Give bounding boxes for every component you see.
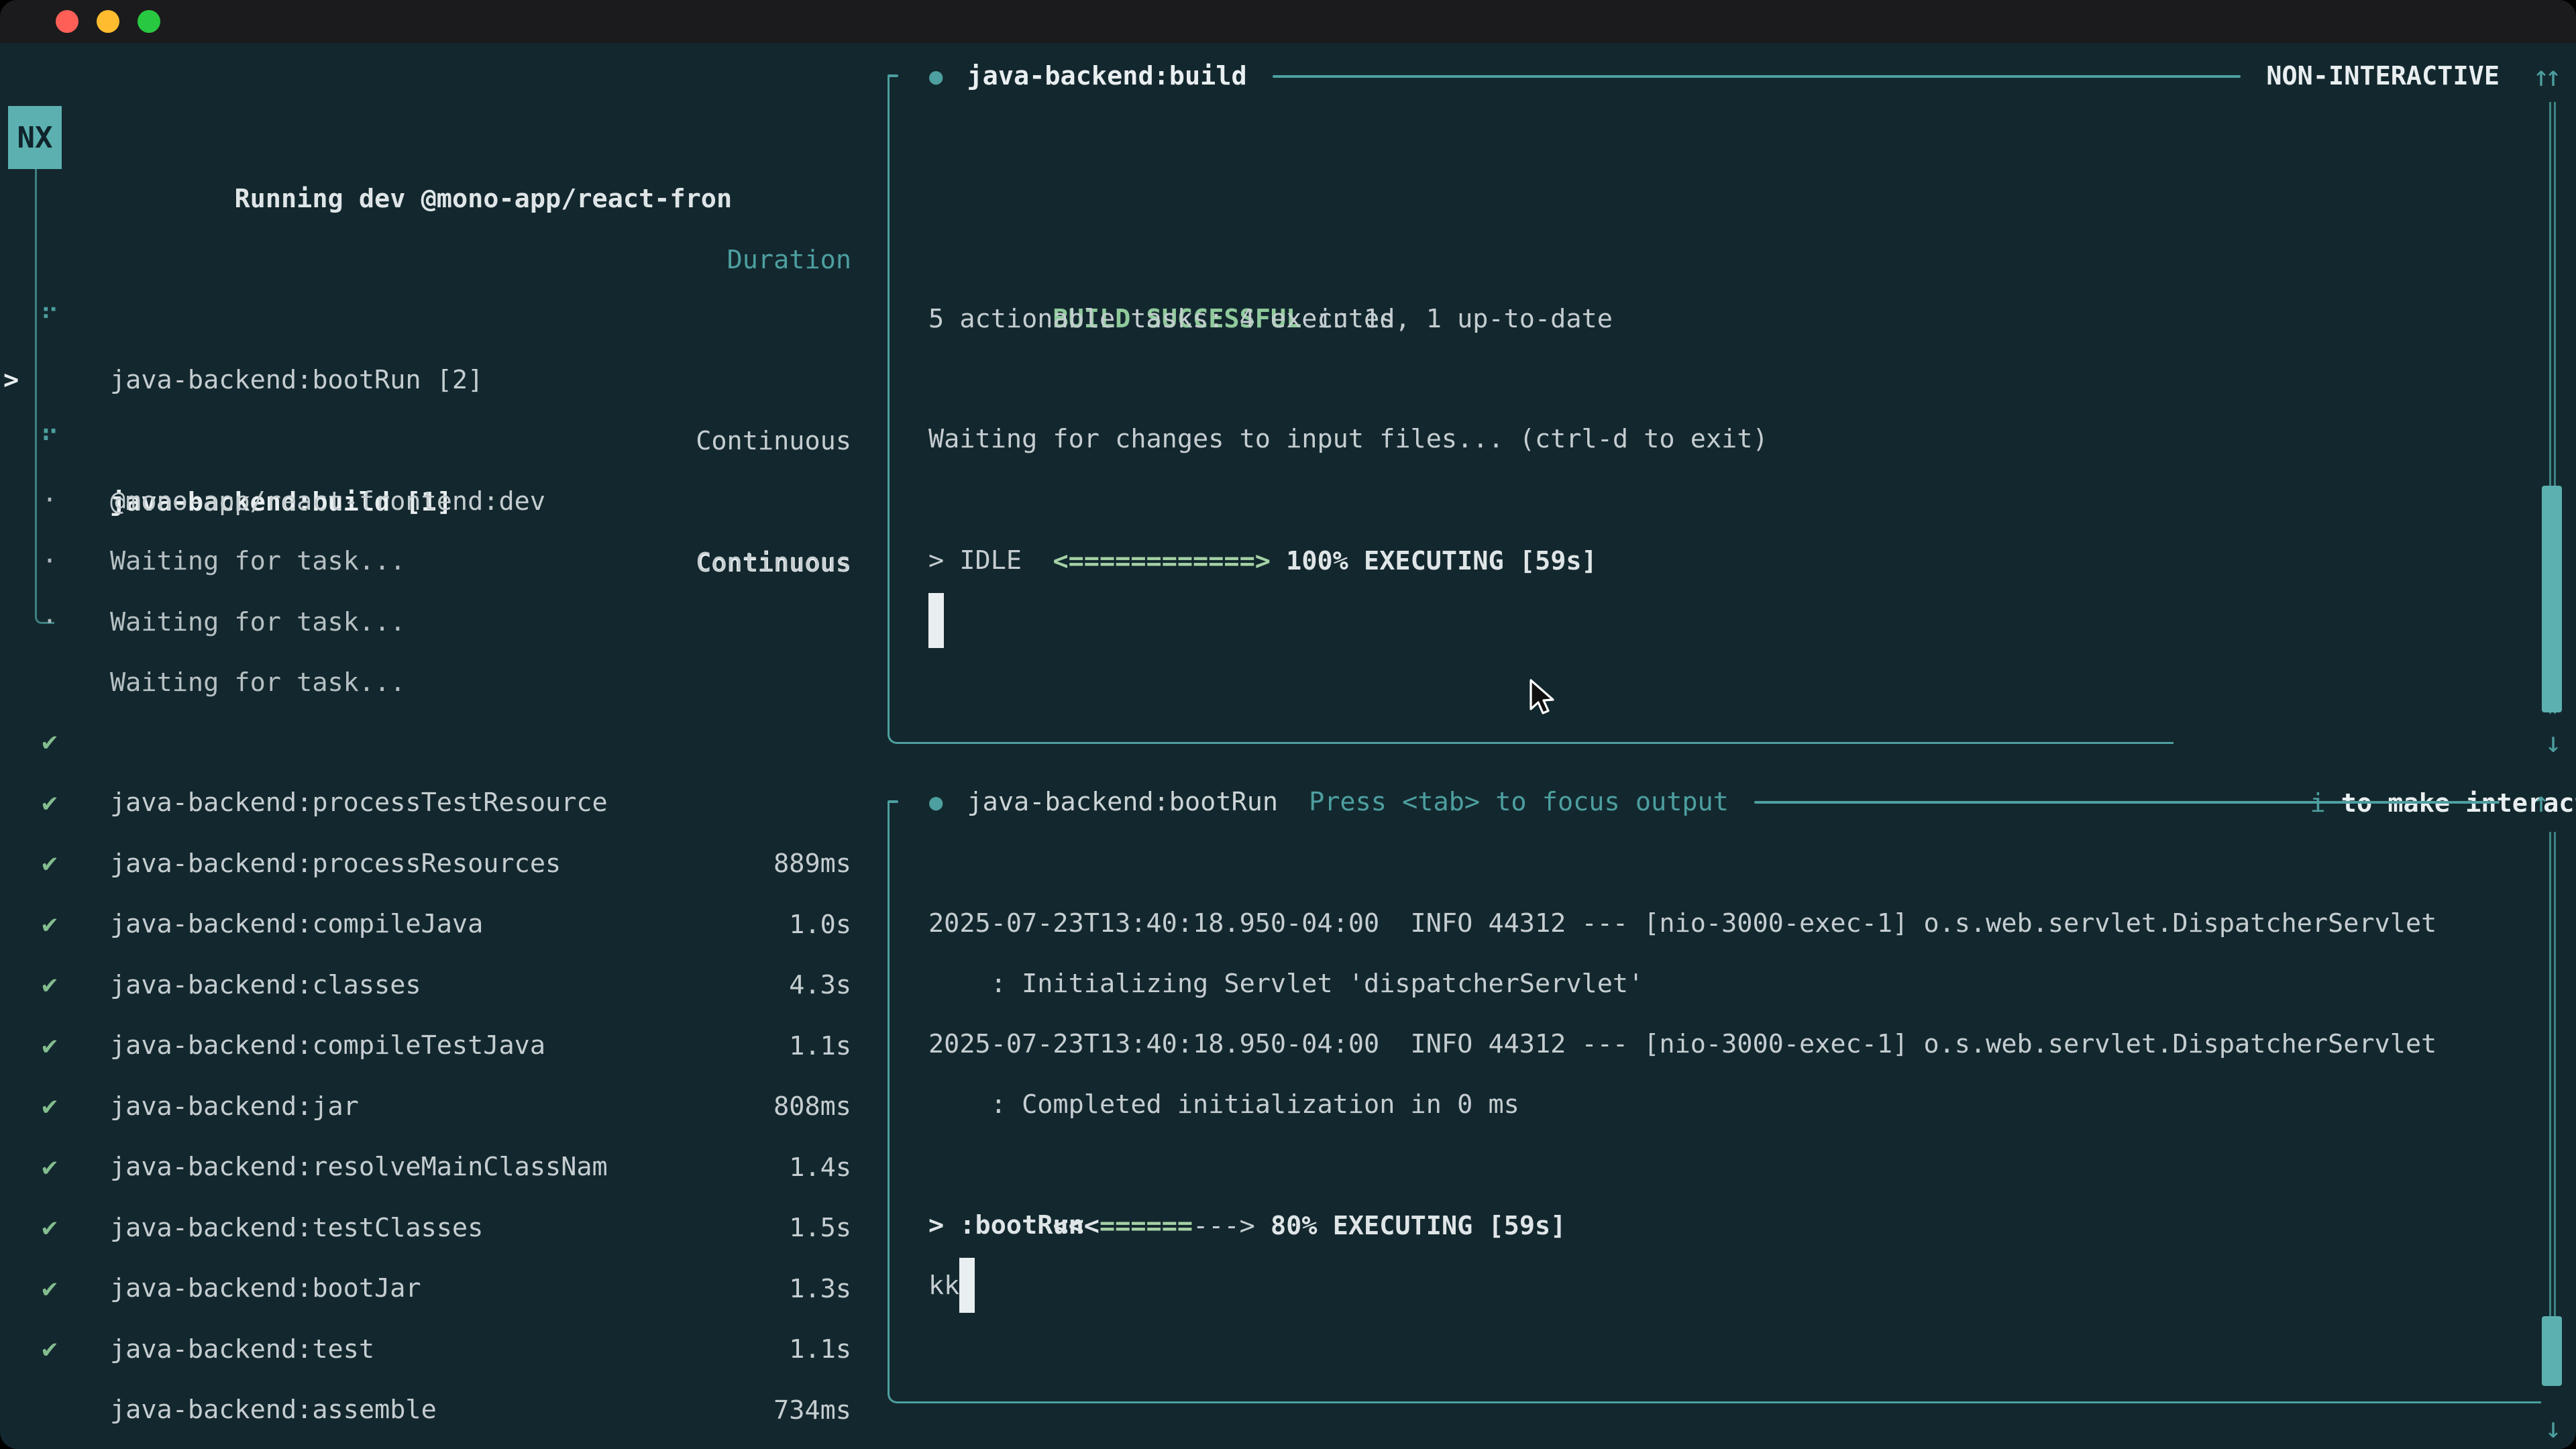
scroll-down-icon[interactable]: ↓ [2537, 1397, 2569, 1449]
terminal-cursor [959, 1258, 975, 1313]
completed-task-row[interactable]: ✔ java-backend:classes 1.1s [0, 833, 851, 894]
task-dot-icon: ● [929, 789, 943, 816]
scroll-up-icon[interactable]: ↑ [2525, 786, 2557, 818]
completed-task-row[interactable]: ✔ java-backend:test 734ms [0, 1197, 851, 1258]
waiting-task-row: · Waiting for task... [0, 470, 851, 531]
sidebar-header: Running dev @mono-app/react-fron Duratio… [110, 107, 851, 168]
completed-task-row[interactable]: ✔ java-backend:jar 1.4s [0, 954, 851, 1015]
minimize-button[interactable] [97, 10, 119, 33]
check-icon: ✔ [34, 1318, 66, 1379]
titlebar [0, 0, 2576, 43]
bootrun-panel-title: java-backend:bootRun [967, 787, 1278, 817]
nx-logo: NX [8, 106, 62, 169]
task-duration: 774ms [773, 1440, 851, 1449]
screen: NX Running dev @mono-app/react-fron Dura… [0, 0, 2576, 1449]
focus-output-hint: Press <tab> to focus output [1309, 787, 1729, 817]
header-rule [1754, 801, 2500, 804]
progress-open: < [1053, 546, 1068, 576]
completed-task-row[interactable]: ✔ java-backend:bootJar 1.1s [0, 1136, 851, 1197]
build-idle-line: > IDLE [928, 530, 1022, 591]
build-panel-title: java-backend:build [967, 61, 1246, 91]
build-panel-header: ● java-backend:build NON-INTERACTIVE ↑ [896, 46, 2557, 107]
bootrun-progress-line: <<<======---> 80% EXECUTING [59s] [928, 1134, 1566, 1195]
interactive-hint: i to make interactive [2178, 712, 2576, 773]
task-row-frontend-dev[interactable]: ⠋ @mono-app/react-frontend:dev Continuou… [0, 349, 851, 410]
scroll-up-icon[interactable]: ↑ [2537, 46, 2569, 107]
mouse-cursor [1529, 679, 1560, 716]
progress-status: 80% EXECUTING [59s] [1255, 1211, 1566, 1241]
close-button[interactable] [56, 10, 78, 33]
completed-task-row[interactable]: ✔ java-backend:processTestResource 889ms [0, 650, 851, 711]
waiting-label: Waiting for task... [110, 592, 405, 653]
bootrun-input-line[interactable]: kk [928, 1255, 959, 1316]
completed-task-row[interactable]: ✔ java-backend:resolveMainClassNam 1.5s [0, 1014, 851, 1075]
bootrun-scrollbar-thumb[interactable] [2542, 1316, 2562, 1386]
waiting-task-row: · Waiting for task... [0, 409, 851, 470]
build-summary-line: 5 actionable tasks: 4 executed, 1 up-to-… [928, 288, 1613, 350]
progress-close: > [1240, 1211, 1255, 1241]
bootrun-prompt-line: > :bootRun [928, 1195, 1084, 1256]
non-interactive-badge: NON-INTERACTIVE [2266, 61, 2500, 91]
build-waiting-line: Waiting for changes to input files... (c… [928, 409, 1768, 470]
task-dot-icon: ● [929, 63, 943, 90]
bootrun-scrollbar-track[interactable] [2549, 832, 2556, 1370]
log-line: 2025-07-23T13:40:18.950-04:00 INFO 44312… [928, 893, 2436, 954]
log-line: 2025-07-23T13:40:18.950-04:00 INFO 44312… [928, 1014, 2436, 1075]
log-line: : Completed initialization in 0 ms [928, 1074, 1519, 1135]
progress-close: > [1255, 546, 1271, 576]
completed-task-row[interactable]: ✔ java-backend:testClasses 1.3s [0, 1075, 851, 1136]
waiting-task-row: · Waiting for task... [0, 530, 851, 591]
header-rule [1273, 75, 2241, 78]
log-line: : Initializing Servlet 'dispatcherServle… [928, 953, 1644, 1014]
bullet-icon: · [34, 591, 66, 652]
progress-fill: ====== [1099, 1211, 1193, 1241]
build-scrollbar-thumb[interactable] [2542, 486, 2562, 712]
sidebar-footer: ← 1/2 → quit: q help: ? [0, 1375, 851, 1436]
scroll-down-icon[interactable]: ↓ [2537, 712, 2569, 773]
task-duration: 1.1s [789, 1319, 851, 1380]
progress-status: 100% EXECUTING [59s] [1271, 546, 1597, 576]
task-row-bootrun[interactable]: ⠋ java-backend:bootRun [2] Continuous [0, 227, 851, 288]
completed-task-row[interactable]: ✔ java-backend:compileTestJava 808ms [0, 893, 851, 954]
terminal-window: NX Running dev @mono-app/react-fron Dura… [0, 0, 2576, 1449]
progress-dashes: --- [1193, 1211, 1240, 1241]
completed-task-row[interactable]: ✔ java-backend:compileJava 4.3s [0, 771, 851, 833]
progress-fill: ============ [1069, 546, 1255, 576]
task-row-build-selected[interactable]: > ⠋ java-backend:build [1] Continuous [0, 288, 851, 350]
completed-task-row[interactable]: ✔ java-backend:processResources 1.0s [0, 711, 851, 772]
run-command-title: Running dev @mono-app/react-fron [234, 184, 732, 214]
completed-task-row[interactable]: ✔ java-backend:assemble 774ms [0, 1257, 851, 1318]
zoom-button[interactable] [138, 10, 160, 33]
terminal-cursor [928, 593, 944, 648]
task-name: java-backend:test [110, 1319, 374, 1380]
build-progress-line: <============> 100% EXECUTING [59s] [928, 470, 1597, 531]
bootrun-panel-header: ● java-backend:bootRun Press <tab> to fo… [896, 771, 2557, 833]
pagination: ← 1/2 → [33, 1436, 297, 1449]
build-success-line: BUILD SUCCESSFUL in 1s [928, 227, 1395, 288]
